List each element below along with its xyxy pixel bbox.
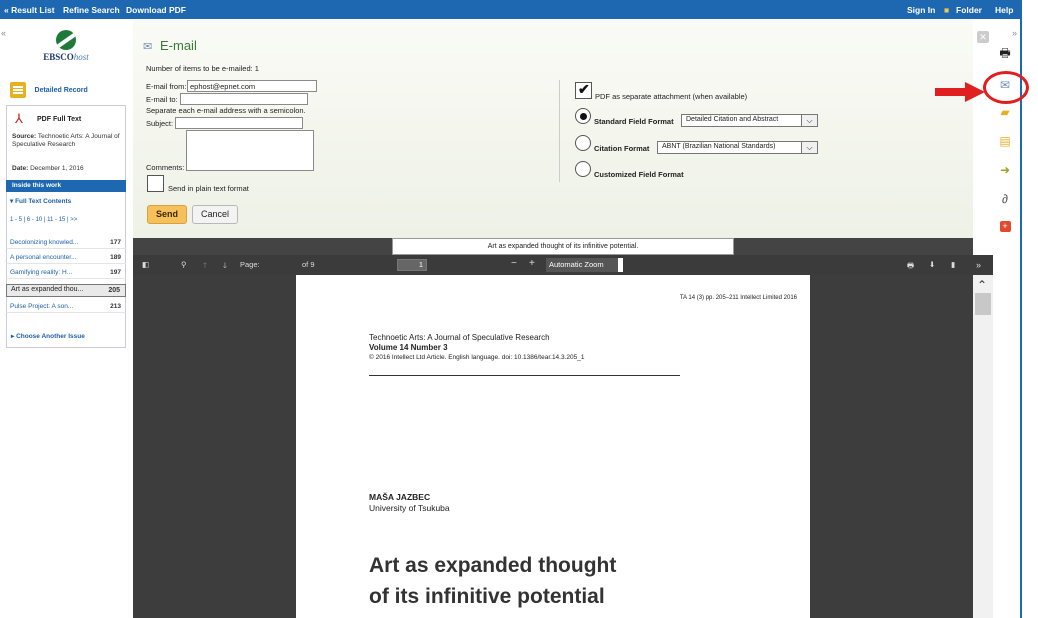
result-list-link[interactable]: « Result List	[4, 5, 55, 15]
zoom-out-icon[interactable]: −	[511, 258, 517, 269]
page-number-input[interactable]: 1	[397, 259, 427, 271]
pdf-attachment-checkbox[interactable]: ✔	[575, 81, 592, 99]
scroll-up-icon[interactable]: ⌃	[977, 278, 987, 292]
scrollbar-thumb[interactable]	[975, 293, 991, 315]
email-to-label: E-mail to:	[146, 95, 178, 104]
page-label: Page:	[240, 260, 260, 269]
toc-pager[interactable]: 1 - 5 | 6 - 10 | 11 - 15 | >>	[10, 217, 77, 223]
page-of-text: of 9	[302, 260, 315, 269]
download-pdf-link[interactable]: Download PDF	[126, 5, 186, 15]
download-icon[interactable]: ⬇	[929, 260, 935, 269]
standard-format-select[interactable]: Detailed Citation and Abstract ⌵	[681, 114, 818, 127]
chevron-down-icon: ⌵	[801, 142, 817, 153]
detailed-record-link[interactable]: Detailed Record	[10, 82, 88, 98]
email-title: E-mail	[160, 38, 197, 53]
ebsco-logo: EBSCOhost	[40, 30, 92, 62]
zoom-select[interactable]: Automatic Zoom	[546, 258, 622, 272]
share-plus-icon[interactable]: +	[995, 216, 1015, 236]
pdf-scrollbar[interactable]: ⌃	[973, 275, 993, 618]
cite-icon[interactable]: ▤	[995, 131, 1015, 151]
email-envelope-icon: ✉	[143, 41, 153, 53]
toc-item-selected[interactable]: Art as expanded thou... 205	[6, 284, 126, 297]
collapse-left-icon[interactable]: «	[1, 28, 6, 38]
standard-format-radio[interactable]	[575, 108, 591, 124]
tools-expand-icon[interactable]: »	[976, 260, 981, 270]
comments-label: Comments:	[146, 163, 185, 172]
subject-input[interactable]	[175, 117, 303, 129]
toc-item[interactable]: A personal encounter... 189	[6, 252, 126, 264]
sidebar-toggle-icon[interactable]: ◧	[142, 260, 149, 269]
send-button[interactable]: Send	[147, 205, 188, 224]
pdf-page: TA 14 (3) pp. 205–211 Intellect Limited …	[296, 275, 810, 618]
pdf-viewer-header: Art as expanded thought of its infinitiv…	[133, 238, 973, 255]
pdf-title-tab: Art as expanded thought of its infinitiv…	[392, 238, 734, 255]
citation-format-radio[interactable]	[575, 135, 591, 151]
citation-format-select[interactable]: ABNT (Brazilian National Standards) ⌵	[657, 141, 818, 154]
email-from-label: E-mail from:	[146, 82, 187, 91]
pdf-article-title: Art as expanded thought of its infinitiv…	[369, 554, 617, 608]
pdf-author-block: MAŠA JAZBEC University of Tsukuba	[369, 492, 450, 513]
export-icon[interactable]: ➜	[995, 160, 1015, 180]
email-from-input[interactable]	[187, 80, 317, 92]
toc-item[interactable]: Decolonizing knowled... 177	[6, 237, 126, 249]
comments-textarea[interactable]	[186, 130, 314, 171]
items-count-text: Number of items to be e-mailed: 1	[146, 64, 259, 73]
sign-in-link[interactable]: Sign In	[907, 5, 935, 15]
bookmark-icon[interactable]: ▮	[951, 260, 955, 269]
checkmark-icon: ✔	[578, 81, 590, 97]
toc-item[interactable]: Gamifying reality: H... 197	[6, 267, 126, 279]
print-icon[interactable]: 🖶	[907, 260, 914, 273]
custom-format-label: Customized Field Format	[594, 170, 684, 179]
form-divider	[559, 80, 560, 182]
pdf-icon[interactable]: ⅄	[15, 112, 29, 126]
source-info: Source: Technoetic Arts: A Journal of Sp…	[12, 133, 120, 148]
toc-item[interactable]: Pulse Project: A son... 213	[6, 301, 126, 313]
pdf-meta-line: TA 14 (3) pp. 205–211 Intellect Limited …	[679, 295, 797, 301]
standard-format-label: Standard Field Format	[594, 117, 674, 126]
email-to-input[interactable]	[180, 93, 308, 105]
ebsco-globe-icon	[56, 30, 76, 50]
refine-search-link[interactable]: Refine Search	[63, 5, 120, 15]
inside-this-work-header: Inside this work	[6, 180, 126, 192]
help-link[interactable]: Help	[995, 5, 1013, 15]
date-info: Date: December 1, 2016	[12, 165, 84, 172]
pdf-toolbar: ◧ ⚲ 🡑 🡓 Page: 1 of 9 − + Automatic Zoom …	[133, 255, 993, 275]
permalink-icon[interactable]: ∂	[995, 189, 1015, 209]
red-arrow-icon	[935, 82, 985, 102]
folder-icon[interactable]: ■	[944, 5, 949, 15]
plain-text-checkbox[interactable]	[147, 175, 164, 192]
pdf-journal-block: Technoetic Arts: A Journal of Speculativ…	[369, 333, 585, 361]
custom-format-radio[interactable]	[575, 161, 591, 177]
detailed-record-icon	[10, 82, 26, 98]
save-folder-icon[interactable]: ▰	[995, 102, 1015, 122]
folder-link[interactable]: Folder	[956, 5, 982, 15]
choose-another-issue-link[interactable]: ▸ Choose Another Issue	[11, 332, 85, 340]
plain-text-label: Send in plain text format	[168, 184, 249, 193]
pdf-full-text-link[interactable]: PDF Full Text	[37, 116, 81, 123]
close-icon[interactable]: ✕	[977, 31, 989, 43]
search-icon[interactable]: ⚲	[181, 260, 187, 269]
subject-label: Subject:	[146, 119, 174, 128]
highlight-circle	[983, 71, 1029, 104]
top-navigation-bar: « Result List Refine Search Download PDF…	[0, 0, 1020, 19]
print-icon[interactable]: 🖶	[995, 43, 1015, 63]
cancel-button[interactable]: Cancel	[192, 205, 239, 224]
zoom-in-icon[interactable]: +	[529, 258, 535, 269]
separator-note: Separate each e-mail address with a semi…	[146, 106, 306, 115]
next-page-icon[interactable]: 🡓	[223, 260, 227, 273]
pdf-rule	[369, 375, 680, 376]
chevron-down-icon: ⌵	[801, 115, 817, 126]
collapse-right-icon[interactable]: »	[1012, 28, 1017, 38]
zoom-dropdown-handle[interactable]	[618, 258, 623, 272]
previous-page-icon[interactable]: 🡑	[203, 260, 207, 273]
full-text-contents-toggle[interactable]: ▾ Full Text Contents	[10, 197, 71, 205]
citation-format-label: Citation Format	[594, 144, 650, 153]
pdf-attachment-label: PDF as separate attachment (when availab…	[595, 92, 748, 101]
